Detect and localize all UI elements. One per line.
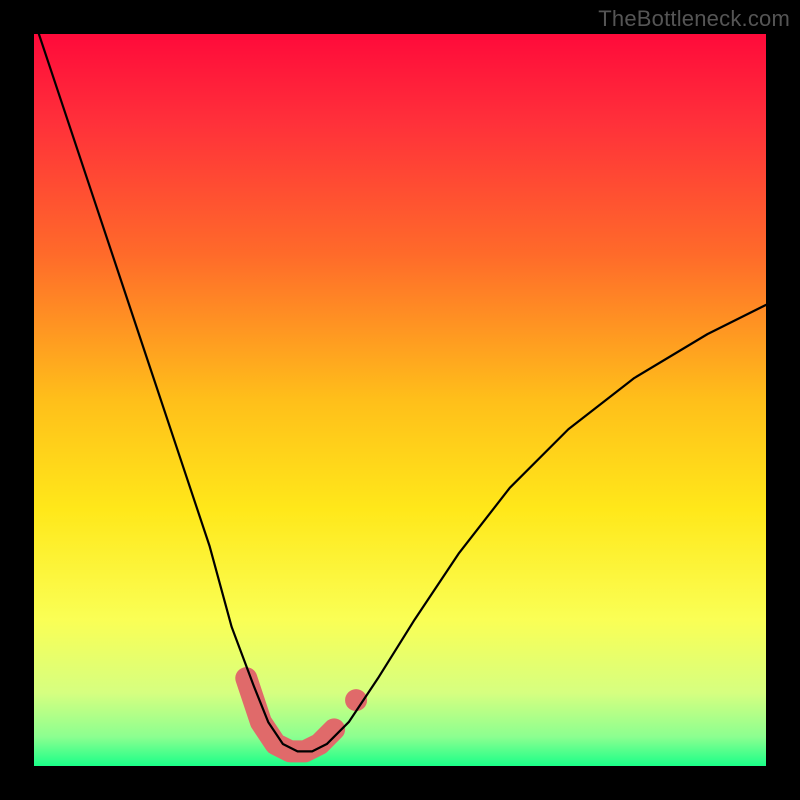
chart-svg: [34, 34, 766, 766]
chart-frame: TheBottleneck.com: [0, 0, 800, 800]
watermark-text: TheBottleneck.com: [598, 6, 790, 32]
gradient-background: [34, 34, 766, 766]
plot-area: [34, 34, 766, 766]
